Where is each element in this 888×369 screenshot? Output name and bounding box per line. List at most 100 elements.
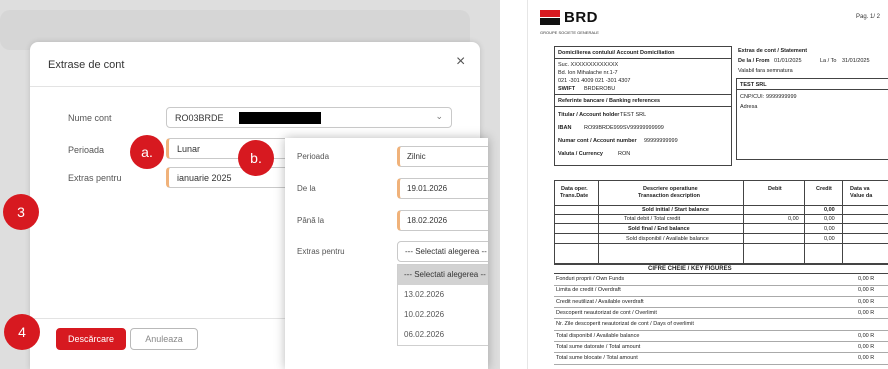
key-figure-value: 0,00 R [858,355,875,362]
brd-logo-subtitle: GROUPE SOCIETE GENERALE [540,30,599,35]
client-cnp-value: 9999999999 [766,94,797,100]
panel-statement-for-select[interactable]: --- Selectati alegerea -- [397,241,488,262]
panel-to-date-input[interactable]: 18.02.2026 [397,210,488,231]
key-figure-divider [554,329,888,331]
period-to-label: La / To [820,58,837,64]
chevron-down-icon: ⌄ [435,111,443,121]
screenshot-stage: Extrase de cont × Nume cont RO03BRDE ⌄ P… [0,0,888,369]
step-marker-b: b. [238,140,274,176]
key-figure-divider [554,307,888,309]
panel-statement-for-label: Extras pentru [297,247,345,256]
key-figure-value: 0,00 R [858,298,875,305]
statement-for-value: ianuarie 2025 [177,173,232,183]
col-desc-header-en: Transaction description [638,193,701,199]
domiciliation-title: Domicilierea contului/ Account Domicilia… [558,50,675,56]
panel-from-value: 19.01.2026 [407,184,448,193]
col-value-date-header-en: Value da [850,193,873,199]
key-figure-label: Limita de credit / Overdraft [556,287,621,294]
row-available-balance: Sold disponibil / Available balance [626,236,709,242]
dropdown-option[interactable]: 06.02.2026 [398,325,488,345]
key-figure-divider [554,341,888,342]
key-figure-label: Total sume datorate / Total amount [556,343,641,350]
key-figure-divider [554,363,888,365]
panel-statement-for-placeholder: --- Selectati alegerea -- [405,247,487,256]
panel-to-label: Până la [297,216,325,225]
key-figure-divider [554,318,888,320]
dropdown-option[interactable]: 13.02.2026 [398,285,488,305]
key-figure-label: Nr. Zile descoperit neautorizat de cont … [556,321,694,328]
account-label: Nume cont [68,113,112,123]
period-from-value: 01/01/2025 [774,58,802,64]
col-value-date-header: Data va [850,186,870,192]
col-date-header: Data oper. [561,186,588,192]
key-figure-divider [554,352,888,354]
period-value: Lunar [177,144,201,154]
statement-date-dropdown: --- Selectati alegerea -- 13.02.2026 10.… [397,264,488,346]
key-figure-divider [554,284,888,286]
period-from-label: De la / From [738,58,770,64]
key-figure-label: Credit neutilizat / Available overdraft [556,298,644,305]
row-start-balance-credit: 0,00 [824,207,835,213]
page-number: Pag. 1/ 2 [856,14,881,20]
period-label: Perioada [68,145,105,155]
key-figures-title: CIFRE CHEIE / KEY FIGURES [648,266,732,272]
key-figure-label: Descoperit neautorizat de cont / Overlim… [556,309,657,316]
row-totals: Total debit / Total credit [624,216,681,222]
client-cnp-label: CNP/CUI: [740,94,765,100]
holder-value: TEST SRL [620,112,647,118]
panel-from-label: De la [297,184,316,193]
branch-name: Suc. XXXXXXXXXXXXX [558,62,619,68]
transactions-table [554,180,888,264]
row-end-balance-credit: 0,00 [824,226,835,232]
row-available-balance-credit: 0,00 [824,236,835,242]
col-desc-header: Descriere operatiune [643,186,698,192]
branch-phones: 021 -301 4009 021 -301 4307 [558,78,631,84]
key-figure-value: 0,00 R [858,343,875,350]
iban-value: RO99BRDE999SV99999999999 [584,125,664,131]
download-button[interactable]: Descărcare [56,328,126,350]
dropdown-option[interactable]: 10.02.2026 [398,305,488,325]
key-figure-value: 0,00 R [858,309,875,316]
branch-address: Bd. Ion Mihalache nr.1-7 [558,70,618,76]
client-box [736,78,888,160]
key-figure-value: 0,00 R [858,332,875,339]
statement-for-label: Extras pentru [68,173,122,183]
swift-label: SWIFT [558,86,576,92]
client-company: TEST SRL [740,82,767,88]
swift-value: BRDEROBU [584,86,616,92]
step-marker-3: 3 [3,194,39,230]
bank-refs-title: Referinte bancare / Banking references [558,98,661,104]
key-figure-value: 0,00 R [858,276,875,282]
statement-title: Extras de cont / Statement [738,48,808,54]
cancel-button[interactable]: Anuleaza [130,328,198,350]
row-start-balance: Sold initial / Start balance [642,207,709,213]
key-figure-divider [554,295,888,297]
currency-label: Valuta / Currency [558,151,603,157]
row-totals-credit: 0,00 [824,216,835,222]
step-marker-a: a. [130,135,164,169]
col-debit-header: Debit [768,186,782,192]
panel-from-date-input[interactable]: 19.01.2026 [397,178,488,199]
panel-period-label: Perioada [297,152,330,161]
iban-label: IBAN [558,125,572,131]
account-no-value: 99999999999 [644,138,678,144]
close-icon[interactable]: × [456,54,465,70]
panel-period-value: Zilnic [407,152,426,161]
account-select[interactable]: RO03BRDE ⌄ [166,107,452,128]
daily-period-panel: Perioada Zilnic De la 19.01.2026 Până la… [285,138,488,369]
brd-logo-text: BRD [564,9,598,26]
dropdown-option[interactable]: --- Selectati alegerea -- [398,265,488,285]
step-marker-4: 4 [4,314,40,350]
col-date-header-en: Trans.Date [560,193,589,199]
account-value: RO03BRDE [175,113,224,123]
period-to-value: 31/01/2025 [842,58,870,64]
panel-to-value: 18.02.2026 [407,216,448,225]
panel-period-select[interactable]: Zilnic [397,146,488,167]
key-figure-label: Total disponibil / Available balance [556,332,640,339]
row-end-balance: Sold final / End balance [628,226,690,232]
key-figure-label: Total sume blocate / Total amount [556,355,638,362]
client-address-label: Adresa [740,104,758,110]
brd-logo-icon [540,10,560,25]
statement-document: BRD GROUPE SOCIETE GENERALE Pag. 1/ 2 Do… [527,0,888,369]
valid-note: Valabil fara semnatura [738,68,793,74]
